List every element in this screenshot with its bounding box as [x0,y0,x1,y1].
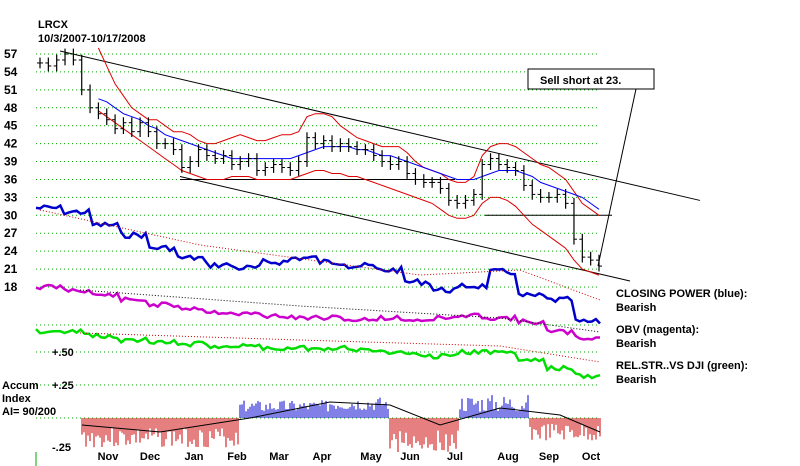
x-month-label: Nov [98,451,120,463]
x-month-label: Jun [400,451,420,463]
x-month-label: Jan [185,451,204,463]
accum-label-2: Index [2,393,32,405]
y-tick-label: 48 [4,101,18,115]
month-labels: Nov Dec Jan Feb Mar Apr May Jun Jul Aug Sep Oct [35,451,601,466]
rel-str-status: Bearish [616,374,657,386]
y-tick-label: 57 [4,47,18,61]
accum-label-1: Accum [2,380,39,392]
price-bars [37,48,602,272]
x-month-label: Apr [313,451,333,463]
y-tick-label: 51 [4,83,18,97]
x-month-label: Oct [582,451,601,463]
rel-str-tick-neg25: -.25 [52,442,71,454]
chart-subtitle: 10/3/2007-10/17/2008 [38,33,146,45]
closing-power-label: CLOSING POWER (blue): [616,288,747,300]
closing-power-line [35,203,601,325]
lower-band-line [98,110,600,276]
x-month-label: Mar [269,451,289,463]
x-month-label: Sep [539,451,559,463]
y-tick-label: 54 [4,65,18,79]
obv-line [35,283,600,341]
rel-str-tick-25: +.25 [52,380,74,392]
y-tick-label: 18 [4,280,18,294]
y-tick-label: 30 [4,208,18,222]
stock-chart: 57 54 51 48 45 42 39 36 33 30 27 24 21 18 Nov Dec Jan Fe… [2,19,748,466]
y-tick-label: 21 [4,262,18,276]
accum-histogram [81,395,601,452]
closing-power-status: Bearish [616,302,657,314]
chart-title: LRCX [38,19,69,31]
x-month-label: Feb [227,451,247,463]
accum-label-3: AI= 90/200 [2,406,56,418]
y-tick-label: 39 [4,155,18,169]
annotation-text: Sell short at 23. [540,75,621,87]
rel-str-line [35,327,601,380]
grid [36,53,600,419]
obv-status: Bearish [616,338,657,350]
x-month-label: Jul [447,451,463,463]
x-month-label: Dec [140,451,160,463]
y-tick-label: 27 [4,226,18,240]
y-tick-label: 33 [4,190,18,204]
y-tick-label: 42 [4,137,18,151]
rel-str-label: REL.STR..VS DJI (green): [616,360,748,372]
y-tick-label: 24 [4,244,18,258]
price-y-tick-labels: 57 54 51 48 45 42 39 36 33 30 27 24 21 18 [4,47,18,294]
y-tick-label: 45 [4,119,18,133]
obv-label: OBV (magenta): [616,324,699,336]
y-tick-label: 36 [4,172,18,186]
rel-str-tick-50: +.50 [52,347,74,359]
x-month-label: May [360,451,382,463]
x-month-label: Aug [497,451,518,463]
